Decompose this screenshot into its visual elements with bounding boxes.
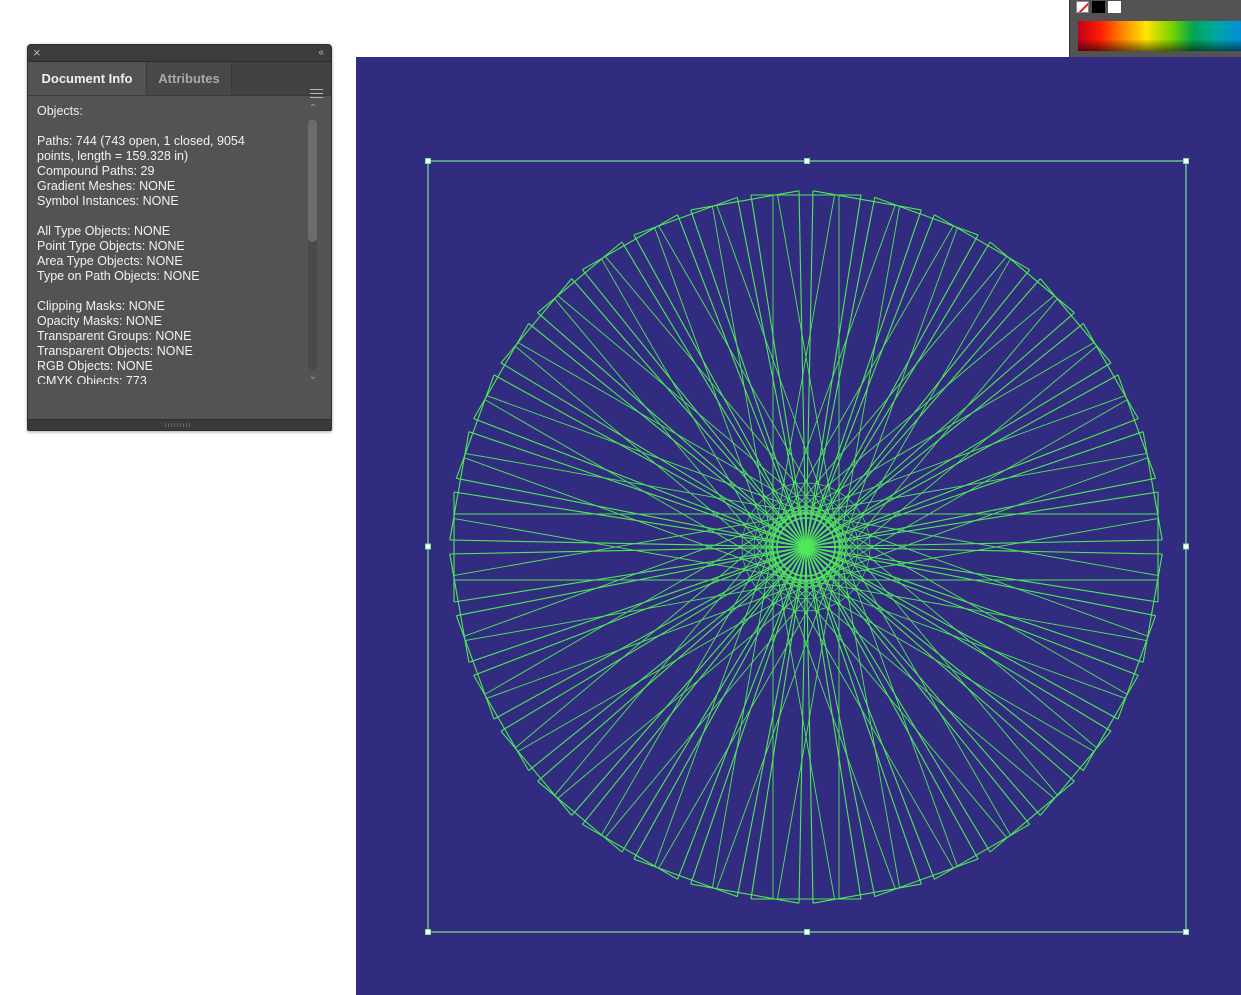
info-line: Objects:	[37, 104, 83, 118]
resize-handle[interactable]	[425, 929, 431, 935]
scroll-thumb[interactable]	[308, 119, 317, 242]
tab-document-info[interactable]: Document Info	[28, 62, 146, 95]
artboard[interactable]	[356, 57, 1241, 995]
info-line: Transparent Objects: NONE	[37, 344, 193, 358]
tab-attributes[interactable]: Attributes	[146, 62, 232, 95]
info-line: Point Type Objects: NONE	[37, 239, 185, 253]
scroll-down-icon[interactable]: ⌄	[308, 372, 318, 382]
info-line: Symbol Instances: NONE	[37, 194, 179, 208]
resize-handle[interactable]	[804, 929, 810, 935]
resize-handle[interactable]	[1183, 543, 1189, 550]
resize-grip-icon[interactable]	[165, 423, 191, 427]
close-icon[interactable]: ×	[33, 45, 41, 61]
info-line: All Type Objects: NONE	[37, 224, 171, 238]
resize-handle[interactable]	[1183, 158, 1189, 164]
resize-handle[interactable]	[804, 158, 810, 164]
info-line: Gradient Meshes: NONE	[37, 179, 176, 193]
resize-handle[interactable]	[425, 543, 431, 550]
panel-menu-icon[interactable]	[310, 88, 323, 100]
resize-handle[interactable]	[425, 158, 431, 164]
info-line: Clipping Masks: NONE	[37, 299, 165, 313]
document-info-panel: × ‹‹ Document Info Attributes Objects: Pa…	[27, 44, 332, 431]
black-swatch[interactable]	[1092, 1, 1105, 13]
panel-resize-bar[interactable]	[28, 419, 331, 430]
info-line: Opacity Masks: NONE	[37, 314, 163, 328]
info-line: Transparent Groups: NONE	[37, 329, 192, 343]
info-line: points, length = 159.328 in)	[37, 149, 189, 163]
panel-tabs: Document Info Attributes	[28, 62, 331, 100]
info-line: Paths: 744 (743 open, 1 closed, 9054	[37, 134, 245, 148]
info-line: Compound Paths: 29	[37, 164, 155, 178]
info-line: Area Type Objects: NONE	[37, 254, 183, 268]
info-line: RGB Objects: NONE	[37, 359, 153, 373]
info-line: Type on Path Objects: NONE	[37, 269, 200, 283]
scroll-up-icon[interactable]: ⌃	[308, 104, 318, 114]
none-swatch-icon[interactable]	[1076, 1, 1089, 13]
color-spectrum[interactable]	[1078, 21, 1241, 51]
document-info-text: Objects: Paths: 744 (743 open, 1 closed, …	[37, 104, 305, 384]
collapse-icon[interactable]: ‹‹	[318, 45, 324, 60]
info-line: CMYK Objects: 773	[37, 374, 147, 384]
artboard-canvas[interactable]	[356, 57, 1241, 995]
white-swatch[interactable]	[1108, 1, 1121, 13]
resize-handle[interactable]	[1183, 929, 1189, 935]
panel-scrollbar[interactable]: ⌃ ⌄	[307, 104, 319, 384]
panel-titlebar[interactable]: × ‹‹	[28, 45, 331, 62]
